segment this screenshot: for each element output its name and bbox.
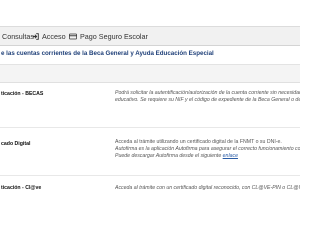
autofirma-download-link[interactable]: enlace [223, 153, 238, 159]
nav-pago-seguro-escolar[interactable]: Pago Seguro Escolar [69, 27, 148, 46]
option-becas-description: Podrá solicitar la autentificación/autor… [115, 90, 300, 104]
top-navbar: Consultas Acceso Pago Seguro Escolar [0, 26, 300, 46]
option-becas-line-2: educativo. Se requiere su NIF y el códig… [115, 97, 300, 103]
page: Consultas Acceso Pago Seguro Escolar e l… [0, 0, 300, 200]
header-band [0, 65, 300, 83]
sign-in-icon [32, 33, 39, 40]
nav-acceso[interactable]: Acceso [32, 27, 66, 46]
option-clave[interactable]: ticación - Cl@ve Acceda al trámite con u… [0, 185, 300, 197]
row-divider [0, 127, 300, 128]
nav-pago-label: Pago Seguro Escolar [80, 32, 148, 41]
option-certificado-description: Acceda al trámite utilizando un certific… [115, 139, 300, 160]
nav-acceso-label: Acceso [42, 32, 66, 41]
nav-consultas-label: Consultas [2, 32, 34, 41]
option-certificado-line-2: Autofirma es la aplicación Autofirma par… [115, 146, 300, 152]
option-becas-title: ticación - BECAS [1, 91, 44, 97]
option-certificado-line-3: Puede descargar Autofirma desde el sigui… [115, 153, 300, 160]
option-becas-line-1: Podrá solicitar la autentificación/autor… [115, 90, 300, 96]
option-clave-line-1: Acceda al trámite con un certificado dig… [115, 185, 300, 191]
option-certificado-line-3-text: Puede descargar Autofirma desde el sigui… [115, 153, 222, 159]
nav-consultas[interactable]: Consultas [2, 27, 34, 46]
option-becas[interactable]: ticación - BECAS Podrá solicitar la aute… [0, 90, 300, 114]
option-certificado-digital[interactable]: cado Digital Acceda al trámite utilizand… [0, 139, 300, 165]
option-certificado-title: cado Digital [1, 141, 31, 147]
row-divider [0, 175, 300, 176]
option-clave-description: Acceda al trámite con un certificado dig… [115, 185, 300, 192]
credit-card-icon [69, 33, 77, 40]
option-clave-title: ticación - Cl@ve [1, 185, 42, 191]
section-title: e las cuentas corrientes de la Beca Gene… [1, 50, 214, 57]
option-certificado-line-1: Acceda al trámite utilizando un certific… [115, 139, 282, 145]
